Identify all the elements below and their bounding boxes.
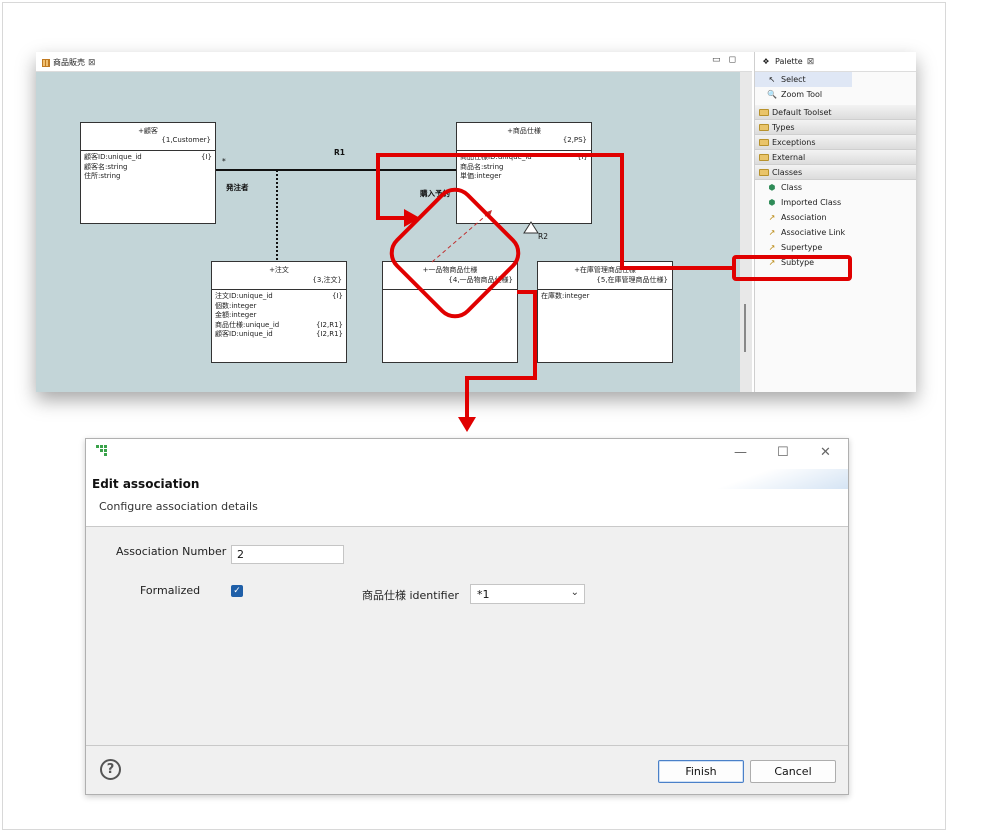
dashed-arrow-line [431, 211, 491, 263]
red-connector-down [465, 290, 537, 420]
red-connector-path [376, 153, 734, 270]
highlight-frame [389, 187, 521, 319]
red-arrow-down-head [458, 417, 476, 432]
subtype-highlight [732, 255, 852, 281]
subtype-triangle [523, 221, 539, 234]
annotation-overlay [216, 153, 852, 432]
